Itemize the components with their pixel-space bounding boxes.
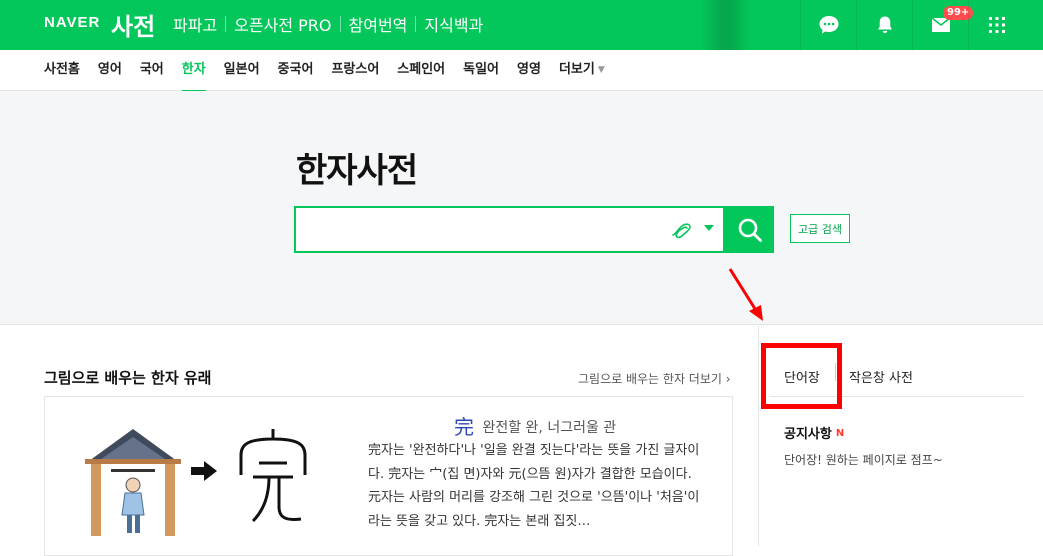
house-person-illustration <box>85 429 181 536</box>
tab-dict-home[interactable]: 사전홈 <box>44 50 80 91</box>
search-button[interactable] <box>725 206 774 253</box>
notice-title[interactable]: 공지사항 N <box>784 423 844 442</box>
search-icon <box>738 218 762 242</box>
tab-english-english[interactable]: 영영 <box>517 50 541 91</box>
tab-hanja[interactable]: 한자 <box>181 50 206 92</box>
nav-translation[interactable]: 참여번역 <box>341 12 416 36</box>
tab-mini-dictionary[interactable]: 작은창 사전 <box>849 367 913 386</box>
hanja-character[interactable]: 完 <box>454 415 474 439</box>
naver-logo[interactable]: NAVER <box>44 14 100 31</box>
red-highlight-box <box>761 343 842 409</box>
notice-title-label: 공지사항 <box>784 427 832 442</box>
seal-script-character <box>239 429 307 523</box>
panel-divider <box>758 326 759 546</box>
search-hero: 한자사전 고급 검색 <box>0 91 1043 325</box>
top-bar: NAVER 사전 파파고 오픈사전 PRO 참여번역 지식백과 99+ <box>0 0 1043 50</box>
hanja-description: 完자는 '완전하다'나 '일을 완결 짓는다'라는 뜻을 가진 글자이다. 完자… <box>368 443 700 529</box>
mail-button[interactable]: 99+ <box>912 0 974 50</box>
hanja-meaning: 완전할 완, 너그러울 관 <box>482 420 617 436</box>
blurred-region <box>700 0 750 50</box>
tab-english[interactable]: 영어 <box>98 50 122 91</box>
section-title: 그림으로 배우는 한자 유래 <box>44 369 212 387</box>
hanja-origin-card[interactable]: 完 완전할 완, 너그러울 관 完자는 '완전하다'나 '일을 완결 짓는다'라… <box>44 396 733 556</box>
advanced-search-button[interactable]: 고급 검색 <box>790 214 850 243</box>
apps-grid-icon <box>988 17 1005 33</box>
notification-button[interactable] <box>856 0 912 50</box>
new-badge: N <box>835 428 845 439</box>
nav-open-dict-pro[interactable]: 오픈사전 PRO <box>226 12 339 36</box>
search-input[interactable] <box>294 206 725 253</box>
tab-japanese[interactable]: 일본어 <box>224 50 260 91</box>
tab-more-label: 더보기 <box>558 62 595 77</box>
tab-chinese[interactable]: 중국어 <box>278 50 314 91</box>
talk-button[interactable] <box>800 0 856 50</box>
more-hanja-link-label: 그림으로 배우는 한자 더보기 <box>578 372 722 386</box>
tab-french[interactable]: 프랑스어 <box>331 50 379 91</box>
nav-papago[interactable]: 파파고 <box>173 12 225 36</box>
top-nav: 파파고 오픈사전 PRO 참여번역 지식백과 <box>173 12 491 36</box>
tab-spanish[interactable]: 스페인어 <box>397 50 445 91</box>
page-title: 한자사전 <box>296 151 418 191</box>
apps-button[interactable] <box>968 0 1024 50</box>
hanja-title: 完 완전할 완, 너그러울 관 <box>454 411 616 440</box>
handwriting-input-icon[interactable] <box>670 219 696 241</box>
nav-encyclopedia[interactable]: 지식백과 <box>416 12 491 36</box>
dictionary-tabs: 사전홈 영어 국어 한자 일본어 중국어 프랑스어 스페인어 독일어 영영 더보… <box>0 50 1043 92</box>
tab-german[interactable]: 독일어 <box>463 50 499 91</box>
notice-item[interactable]: 단어장! 원하는 페이지로 점프~ <box>784 451 943 468</box>
chevron-down-icon: ▼ <box>597 65 605 75</box>
bell-icon <box>877 16 892 34</box>
arrow-right-icon <box>191 461 217 481</box>
red-arrow-annotation <box>728 268 763 321</box>
tab-more[interactable]: 더보기 ▼ <box>559 50 605 91</box>
dictionary-logo[interactable]: 사전 <box>111 7 155 42</box>
talk-icon <box>819 16 838 34</box>
input-tool-dropdown-icon[interactable] <box>704 225 714 231</box>
more-hanja-link[interactable]: 그림으로 배우는 한자 더보기 › <box>578 370 731 387</box>
chevron-right-icon: › <box>721 372 731 386</box>
tab-korean[interactable]: 국어 <box>140 50 164 91</box>
